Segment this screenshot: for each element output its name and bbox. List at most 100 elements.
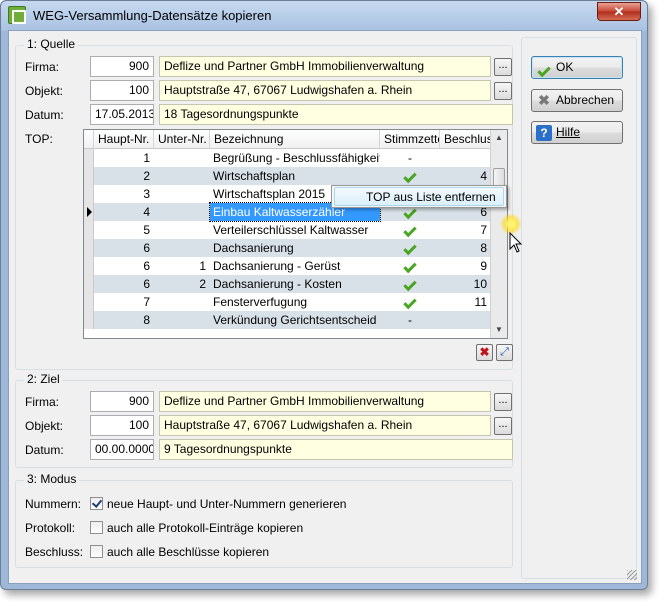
quelle-objekt-nr[interactable]: 100 [90, 80, 154, 101]
cell-haupt-nr: 1 [143, 151, 150, 165]
protokoll-text[interactable]: auch alle Protokoll-Einträge kopieren [107, 521, 303, 535]
table-row[interactable]: 2 Wirtschaftsplan 4 [84, 167, 491, 185]
cell-stimmzettel [380, 257, 440, 275]
cell-stimmzettel [380, 221, 440, 239]
cell-beschluss [440, 311, 491, 329]
quelle-firma-browse-button[interactable]: ... [494, 58, 512, 76]
close-button[interactable]: ✕ [597, 2, 641, 21]
check-icon [403, 223, 417, 238]
quelle-datum-label: Datum: [25, 108, 64, 122]
ziel-top-count: 9 Tagesordnungspunkte [159, 439, 513, 460]
cell-unter-nr [154, 311, 210, 329]
cancel-icon: ✖ [538, 92, 550, 108]
ziel-datum-field[interactable]: 00.00.0000 [90, 439, 154, 460]
quelle-datum-field[interactable]: 17.05.2013 [90, 104, 154, 125]
nummern-label: Nummern: [25, 497, 82, 511]
cell-haupt-nr: 7 [143, 295, 150, 309]
check-icon [403, 259, 417, 274]
row-indicator [84, 293, 94, 311]
resize-grip-icon[interactable] [627, 570, 637, 580]
app-icon [8, 6, 26, 24]
table-row[interactable]: 7 Fensterverfugung 11 [84, 293, 491, 311]
cell-haupt-nr: 4 [143, 205, 150, 219]
cell-unter-nr [154, 167, 210, 185]
cell-unter-nr [154, 221, 210, 239]
cell-unter-nr: 2 [199, 277, 206, 291]
modus-group: 3: Modus Nummern: neue Haupt- und Unter-… [15, 472, 513, 568]
cell-bezeichnung: Dachsanierung - Kosten [213, 277, 342, 291]
grid-header: Haupt-Nr. Unter-Nr. Bezeichnung Stimmzet… [84, 130, 491, 149]
header-haupt-nr[interactable]: Haupt-Nr. [94, 130, 154, 149]
table-row[interactable]: 1 Begrüßung - Beschlussfähigkeit - [84, 149, 491, 167]
hilfe-button[interactable]: ? Hilfe [531, 121, 623, 144]
cell-bezeichnung: Dachsanierung - Gerüst [213, 259, 341, 273]
cell-haupt-nr: 5 [143, 223, 150, 237]
cell-haupt-nr: 2 [143, 169, 150, 183]
row-indicator [84, 149, 94, 167]
ziel-objekt-name: Hauptstraße 47, 67067 Ludwigshafen a. Rh… [159, 415, 491, 436]
cell-unter-nr [154, 293, 210, 311]
cell-unter-nr [154, 203, 210, 221]
table-row[interactable]: 6 Dachsanierung 8 [84, 239, 491, 257]
cell-beschluss: 11 [474, 295, 487, 309]
ziel-objekt-browse-button[interactable]: ... [494, 417, 512, 435]
cell-unter-nr: 1 [199, 259, 206, 273]
delete-row-button[interactable]: ✖ [476, 344, 493, 361]
cell-stimmzettel: - [408, 313, 412, 327]
top-grid[interactable]: Haupt-Nr. Unter-Nr. Bezeichnung Stimmzet… [83, 129, 508, 339]
check-icon [403, 241, 417, 256]
cell-haupt-nr: 8 [143, 313, 150, 327]
grid-scrollbar[interactable]: ▲ ▼ [490, 130, 507, 338]
ziel-firma-nr[interactable]: 900 [90, 391, 154, 412]
cell-unter-nr [154, 239, 210, 257]
row-indicator [84, 167, 94, 185]
ziel-datum-label: Datum: [25, 443, 64, 457]
header-unter-nr[interactable]: Unter-Nr. [154, 130, 210, 149]
ziel-objekt-nr[interactable]: 100 [90, 415, 154, 436]
beschluss-text[interactable]: auch alle Beschlüsse kopieren [107, 545, 269, 559]
expand-button[interactable]: ⤢ [496, 344, 513, 361]
beschluss-checkbox[interactable] [90, 545, 103, 558]
table-row[interactable]: 6 1 Dachsanierung - Gerüst 9 [84, 257, 491, 275]
table-row[interactable]: 6 2 Dachsanierung - Kosten 10 [84, 275, 491, 293]
cell-haupt-nr: 6 [143, 277, 150, 291]
dialog-window: WEG-Versammlung-Datensätze kopieren ✕ 1:… [0, 0, 648, 590]
scroll-down-icon[interactable]: ▼ [491, 322, 507, 338]
scroll-up-icon[interactable]: ▲ [491, 130, 507, 146]
cell-bezeichnung: Verkündung Gerichtsentscheid [213, 313, 377, 327]
nummern-text[interactable]: neue Haupt- und Unter-Nummern generieren [107, 497, 346, 511]
check-icon [403, 295, 417, 310]
cell-beschluss: 4 [480, 169, 487, 183]
header-stimmzettel[interactable]: Stimmzettel [380, 130, 440, 149]
cell-bezeichnung: Begrüßung - Beschlussfähigkeit [213, 151, 380, 165]
quelle-objekt-browse-button[interactable]: ... [494, 82, 512, 100]
table-row[interactable]: 8 Verkündung Gerichtsentscheid - [84, 311, 491, 329]
quelle-top-label: TOP: [25, 132, 53, 146]
header-bezeichnung[interactable]: Bezeichnung [210, 130, 380, 149]
modus-title: 3: Modus [24, 472, 80, 486]
ok-button[interactable]: OK [531, 56, 623, 79]
quelle-firma-nr[interactable]: 900 [90, 56, 154, 77]
nummern-checkbox[interactable] [90, 497, 103, 510]
beschluss-label: Beschluss: [25, 545, 84, 559]
cell-beschluss: 8 [480, 241, 487, 255]
title-bar[interactable]: WEG-Versammlung-Datensätze kopieren ✕ [1, 1, 647, 31]
header-beschluss[interactable]: Beschluss [440, 130, 491, 149]
header-indicator [84, 130, 94, 149]
ziel-objekt-label: Objekt: [25, 419, 64, 433]
context-menu: TOP aus Liste entfernen [331, 185, 507, 208]
protokoll-checkbox[interactable] [90, 521, 103, 534]
cell-beschluss [440, 149, 491, 167]
row-indicator [84, 257, 94, 275]
cell-unter-nr [154, 185, 210, 203]
table-row[interactable]: 5 Verteilerschlüssel Kaltwasser 7 [84, 221, 491, 239]
cell-stimmzettel [380, 293, 440, 311]
context-item-remove-top[interactable]: TOP aus Liste entfernen [334, 187, 504, 206]
abbrechen-button[interactable]: ✖ Abbrechen [531, 89, 623, 112]
check-icon [403, 169, 417, 184]
check-icon [536, 60, 552, 78]
ok-label: OK [556, 60, 574, 74]
ziel-firma-browse-button[interactable]: ... [494, 393, 512, 411]
ziel-firma-label: Firma: [25, 395, 59, 409]
quelle-firma-label: Firma: [25, 60, 59, 74]
